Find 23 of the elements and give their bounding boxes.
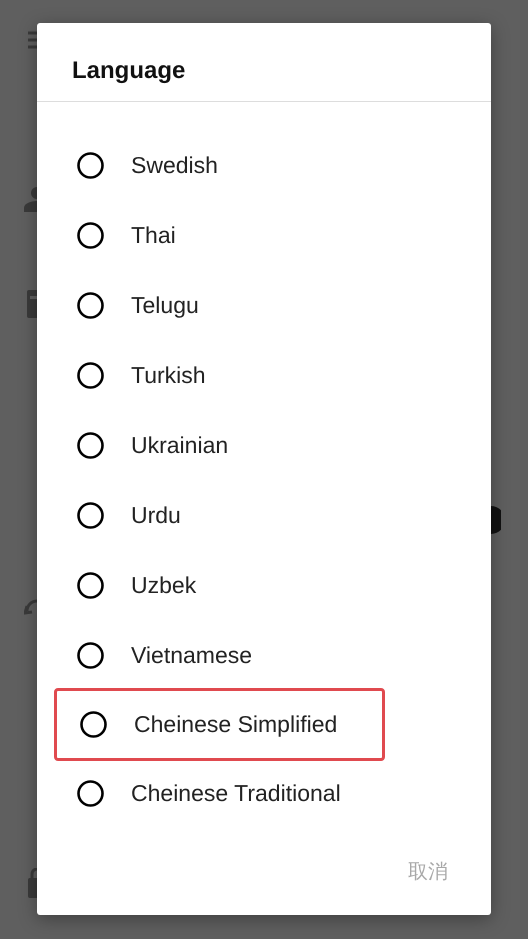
radio-button[interactable] — [77, 222, 104, 248]
dialog-title: Language — [37, 23, 491, 102]
language-option[interactable]: Cheinese Traditional — [131, 780, 341, 806]
language-option[interactable]: Uzbek — [131, 572, 196, 598]
language-option[interactable]: Cheinese Simplified — [134, 711, 338, 738]
radio-button[interactable] — [77, 152, 104, 178]
radio-button[interactable] — [77, 642, 104, 668]
language-option[interactable]: Urdu — [131, 502, 181, 528]
radio-button[interactable] — [77, 502, 104, 528]
language-option[interactable]: Ukrainian — [131, 432, 228, 458]
language-option[interactable]: Swedish — [131, 152, 218, 178]
language-option[interactable]: Vietnamese — [131, 642, 252, 668]
radio-button[interactable] — [77, 572, 104, 598]
radio-button[interactable] — [77, 362, 104, 388]
language-option[interactable]: Telugu — [131, 292, 199, 318]
lock-icon — [28, 868, 37, 898]
radio-button[interactable] — [77, 292, 104, 318]
radio-button[interactable] — [77, 432, 104, 458]
person-icon — [24, 186, 37, 212]
radio-button[interactable] — [77, 780, 104, 806]
language-option[interactable]: Turkish — [131, 362, 206, 388]
language-option[interactable]: Thai — [131, 222, 176, 248]
radio-button[interactable] — [80, 711, 107, 738]
